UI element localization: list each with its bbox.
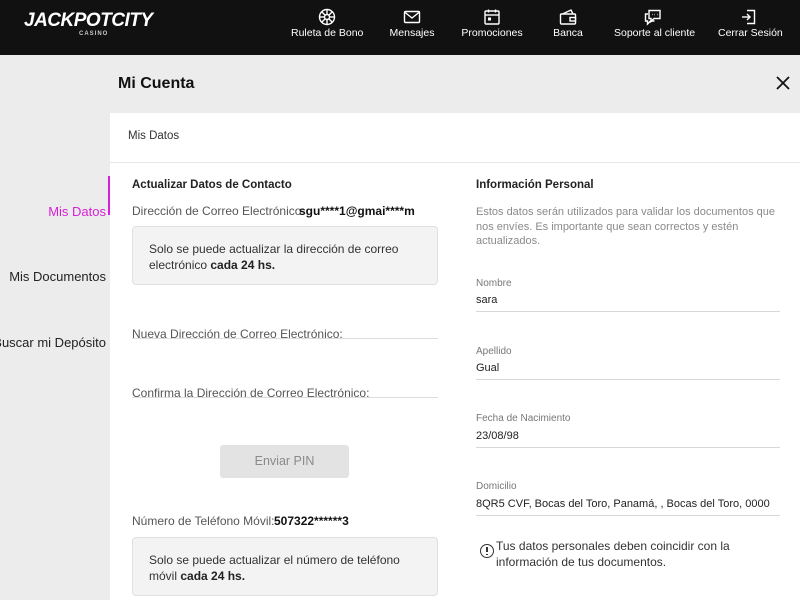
email-value: sgu****1@gmai****m bbox=[299, 204, 415, 218]
sidebar-item-mis-documentos[interactable]: Mis Documentos bbox=[9, 269, 106, 284]
nav-label: Banca bbox=[553, 27, 583, 39]
sidebar-item-mis-datos[interactable]: Mis Datos bbox=[48, 204, 106, 219]
email-notice-bold: cada 24 hs. bbox=[210, 258, 276, 272]
divider bbox=[110, 162, 800, 163]
nav-mensajes[interactable]: Mensajes bbox=[383, 0, 441, 55]
phone-notice: Solo se puede actualizar el número de te… bbox=[132, 537, 438, 596]
nav-label: Mensajes bbox=[389, 27, 435, 39]
nav-label: Cerrar Sesión bbox=[718, 27, 783, 39]
domicilio-label: Domicilio bbox=[476, 481, 517, 492]
nav-promociones[interactable]: Promociones bbox=[461, 0, 523, 55]
nav-label: Ruleta de Bono bbox=[291, 27, 364, 39]
account-sidebar: Mis Datos Mis Documentos Buscar mi Depós… bbox=[0, 55, 110, 600]
nav-label: Soporte al cliente bbox=[614, 27, 696, 39]
logout-icon bbox=[742, 9, 756, 25]
apellido-label: Apellido bbox=[476, 346, 512, 357]
apellido-value: Gual bbox=[476, 362, 500, 374]
sidebar-item-buscar-mi-deposito[interactable]: Buscar mi Depósito bbox=[0, 335, 106, 350]
phone-notice-bold: cada 24 hs. bbox=[180, 569, 246, 583]
apellido-underline bbox=[476, 379, 780, 380]
breadcrumb: Mis Datos bbox=[128, 130, 180, 142]
personal-description: Estos datos serán utilizados para valida… bbox=[476, 206, 776, 247]
nav-label: Promociones bbox=[461, 27, 523, 39]
envelope-icon bbox=[403, 10, 421, 24]
logo-wordmark: JACKPOTCITY bbox=[24, 10, 153, 31]
page-title: Mi Cuenta bbox=[118, 75, 195, 92]
new-email-underline bbox=[132, 338, 438, 339]
domicilio-value: 8QR5 CVF, Bocas del Toro, Panamá, , Boca… bbox=[476, 498, 770, 510]
nav-soporte-al-cliente[interactable]: Soporte al cliente bbox=[614, 0, 696, 55]
fecha-nacimiento-value: 23/08/98 bbox=[476, 430, 519, 442]
account-content-card: Mis Datos Actualizar Datos de Contacto D… bbox=[110, 113, 800, 600]
personal-data-warning: Tus datos personales deben coincidir con… bbox=[496, 539, 730, 569]
phone-value: 507322******3 bbox=[274, 514, 349, 528]
logo-subtitle: CASINO bbox=[79, 31, 109, 37]
fecha-nacimiento-label: Fecha de Nacimiento bbox=[476, 413, 571, 424]
close-icon[interactable] bbox=[774, 74, 792, 92]
send-pin-button[interactable]: Enviar PIN bbox=[220, 445, 349, 478]
nombre-value: sara bbox=[476, 294, 498, 306]
jackpotcity-logo[interactable]: JACKPOTCITY CASINO bbox=[24, 10, 153, 40]
wallet-cards-icon bbox=[559, 9, 577, 25]
nombre-underline bbox=[476, 311, 780, 312]
nav-ruleta-de-bono[interactable]: Ruleta de Bono bbox=[291, 0, 363, 55]
page-header: Mi Cuenta bbox=[110, 55, 800, 113]
warning-icon bbox=[480, 544, 494, 558]
fecha-nacimiento-underline bbox=[476, 447, 780, 448]
confirm-email-underline bbox=[132, 397, 438, 398]
roulette-wheel-icon bbox=[318, 8, 336, 26]
email-label: Dirección de Correo Electrónico: bbox=[132, 204, 305, 218]
email-notice: Solo se puede actualizar la dirección de… bbox=[132, 226, 438, 285]
chat-bubbles-icon bbox=[644, 9, 661, 26]
nav-banca[interactable]: Banca bbox=[546, 0, 590, 55]
phone-label: Número de Teléfono Móvil: bbox=[132, 514, 275, 528]
contact-section-title: Actualizar Datos de Contacto bbox=[132, 179, 292, 191]
top-navigation-bar: JACKPOTCITY CASINO Ruleta de Bono Mensaj… bbox=[0, 0, 800, 55]
calendar-icon bbox=[484, 9, 500, 25]
domicilio-underline bbox=[476, 515, 780, 516]
personal-section-title: Información Personal bbox=[476, 179, 594, 191]
nombre-label: Nombre bbox=[476, 278, 512, 289]
nav-cerrar-sesion[interactable]: Cerrar Sesión bbox=[718, 0, 783, 55]
